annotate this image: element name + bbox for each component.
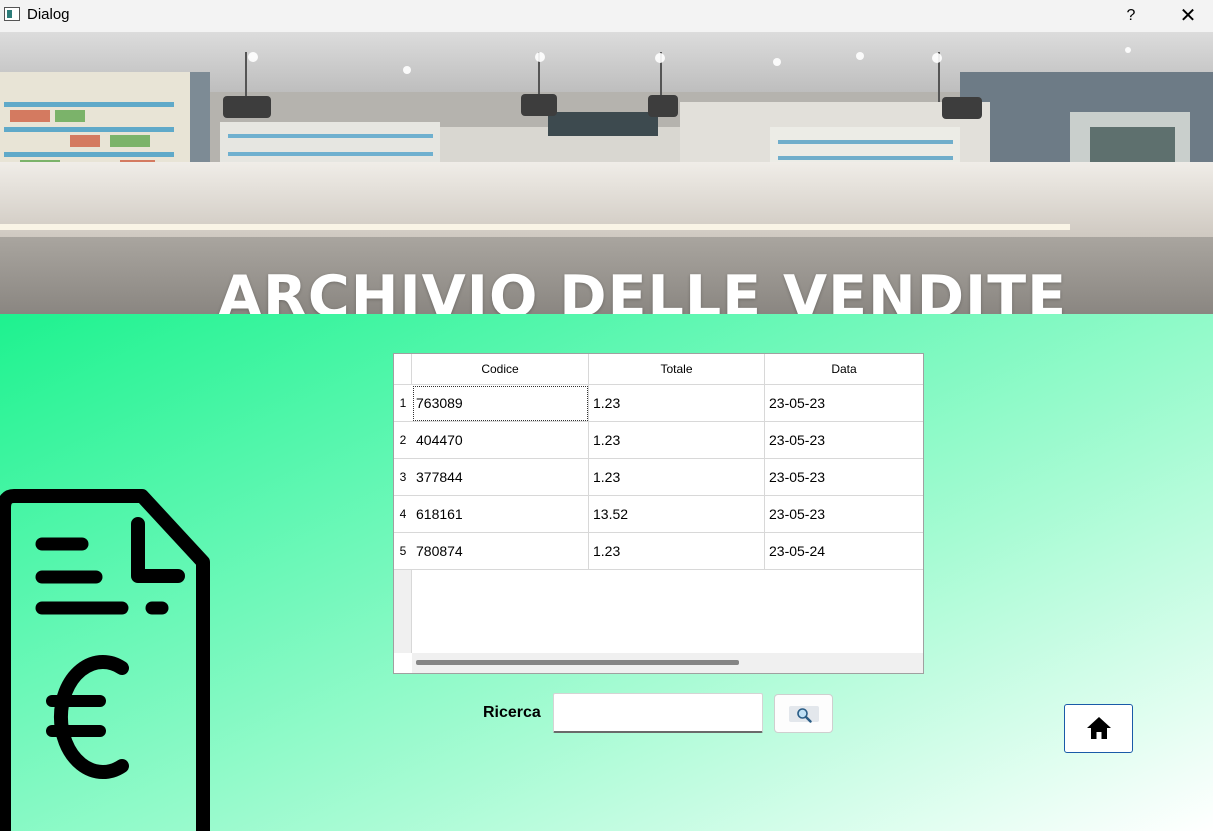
table-cell-data[interactable]: 23-05-23 (765, 496, 923, 533)
column-header-totale[interactable]: Totale (589, 354, 765, 385)
home-icon (1087, 717, 1111, 739)
home-button[interactable] (1064, 704, 1133, 753)
sales-table[interactable]: Codice Totale Data 1 763089 1.23 23-05-2… (393, 353, 924, 674)
help-button[interactable]: ? (1114, 2, 1148, 30)
close-button[interactable]: ✕ (1168, 2, 1208, 30)
table-cell-codice[interactable]: 763089 (412, 385, 589, 422)
row-header[interactable]: 1 (394, 385, 412, 422)
search-label: Ricerca (483, 704, 541, 721)
table-cell-data[interactable]: 23-05-23 (765, 459, 923, 496)
table-cell-codice[interactable]: 377844 (412, 459, 589, 496)
table-cell-data[interactable]: 23-05-24 (765, 533, 923, 570)
magnifier-icon (797, 708, 812, 723)
table-cell-codice[interactable]: 404470 (412, 422, 589, 459)
euro-invoice-icon (0, 489, 210, 831)
row-header[interactable]: 2 (394, 422, 412, 459)
table-corner-button[interactable] (394, 354, 412, 385)
window-title-bar: Dialog ? ✕ (0, 0, 1213, 32)
row-header[interactable]: 3 (394, 459, 412, 496)
search-button[interactable] (774, 694, 833, 733)
table-cell-totale[interactable]: 1.23 (589, 422, 765, 459)
banner-title: ARCHIVIO DELLE VENDITE (217, 264, 1068, 314)
table-cell-totale[interactable]: 13.52 (589, 496, 765, 533)
header-banner: ARCHIVIO DELLE VENDITE (0, 32, 1213, 314)
horizontal-scrollbar[interactable] (412, 653, 923, 673)
app-window-icon (4, 7, 20, 21)
row-header[interactable]: 5 (394, 533, 412, 570)
table-cell-totale[interactable]: 1.23 (589, 385, 765, 422)
main-panel: Codice Totale Data 1 763089 1.23 23-05-2… (0, 314, 1213, 831)
row-header[interactable]: 4 (394, 496, 412, 533)
search-input[interactable] (553, 693, 763, 733)
scrollbar-thumb[interactable] (416, 660, 739, 665)
table-cell-totale[interactable]: 1.23 (589, 459, 765, 496)
column-header-codice[interactable]: Codice (412, 354, 589, 385)
table-cell-codice[interactable]: 618161 (412, 496, 589, 533)
table-cell-data[interactable]: 23-05-23 (765, 385, 923, 422)
table-cell-data[interactable]: 23-05-23 (765, 422, 923, 459)
column-header-data[interactable]: Data (765, 354, 923, 385)
window-title: Dialog (27, 6, 70, 23)
table-cell-totale[interactable]: 1.23 (589, 533, 765, 570)
table-cell-codice[interactable]: 780874 (412, 533, 589, 570)
